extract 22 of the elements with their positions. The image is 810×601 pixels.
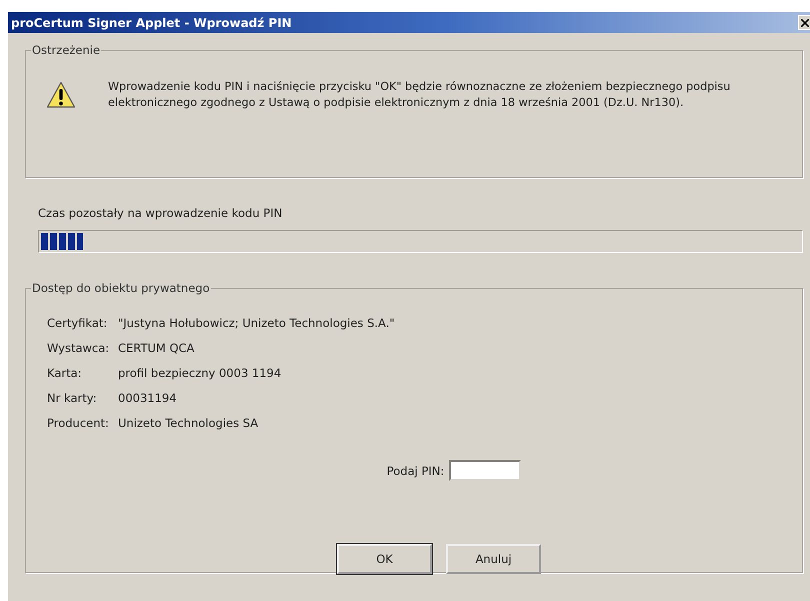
field-value: CERTUM QCA (118, 340, 194, 356)
warning-icon (46, 81, 76, 109)
dialog-button[interactable]: OK (337, 544, 432, 574)
group-title: Ostrzeżenie (31, 43, 102, 57)
field-value: 00031194 (118, 390, 177, 406)
field-value: "Justyna Hołubowicz; Unizeto Technologies S.A." (118, 315, 395, 331)
close-icon (800, 18, 808, 26)
field-label: Certyfikat: (47, 315, 108, 331)
window-title: proCertum Signer Applet - Wprowadź PIN (10, 16, 292, 30)
pin-label: Podaj PIN: (386, 464, 444, 478)
group-title: Dostęp do obiektu prywatnego (31, 281, 211, 295)
close-button[interactable] (798, 15, 810, 30)
dialog-button[interactable]: Anuluj (446, 544, 541, 574)
field-value: Unizeto Technologies SA (118, 415, 258, 431)
field-label: Nr karty: (47, 390, 98, 406)
field-label: Wystawca: (47, 340, 110, 356)
pin-field[interactable] (449, 460, 522, 481)
field-label: Producent: (47, 415, 110, 431)
warning-message: Wprowadzenie kodu PIN i naciśnięcie przycisku "OK" będzie równoznaczne ze złożeniem bezpiecznego podpisu elektronicznego zgodnego z Ustawą o podpisie elektronicznym z dnia 18 września 2001 (Dz.U. Nr130). (108, 79, 732, 111)
field-value: profil bezpieczny 0003 1194 (118, 365, 282, 381)
timer-label: Czas pozostały na wprowadzenie kodu PIN (38, 206, 284, 220)
field-label: Karta: (47, 365, 83, 381)
